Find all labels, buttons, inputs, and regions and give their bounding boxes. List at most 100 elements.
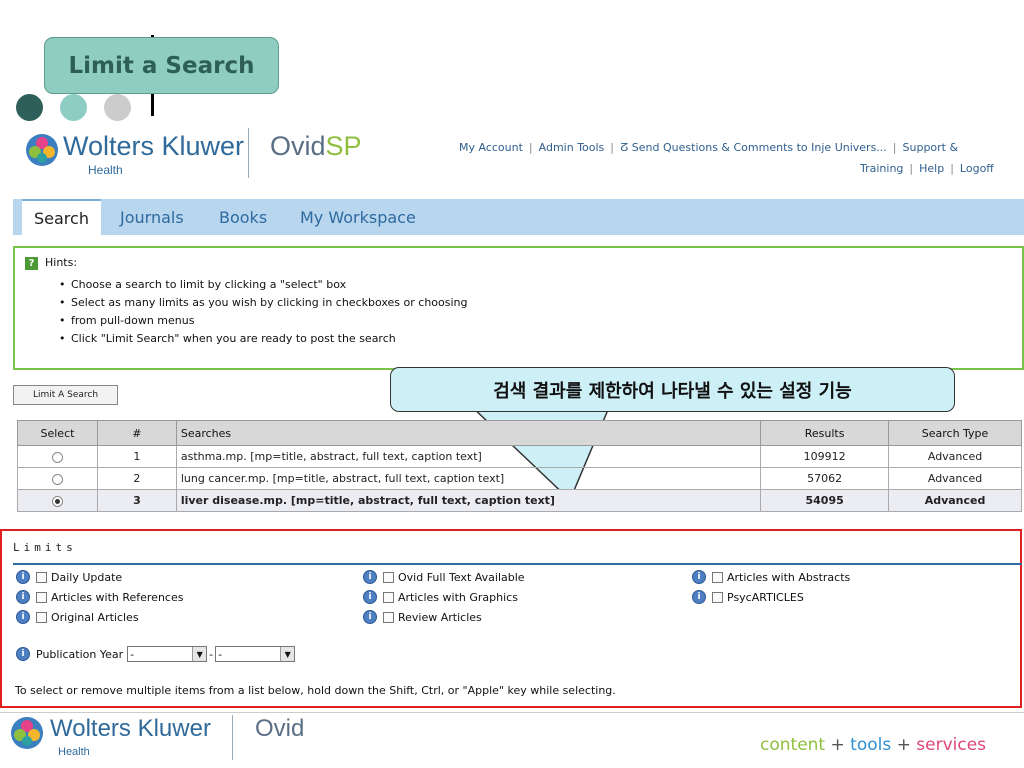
- select-radio-1[interactable]: [51, 451, 63, 463]
- limit-original-articles: i Original Articles: [16, 610, 139, 624]
- col-search-type: Search Type: [888, 420, 1022, 446]
- info-icon[interactable]: i: [16, 647, 30, 661]
- checkbox[interactable]: [36, 611, 47, 623]
- multi-select-note: To select or remove multiple items from …: [15, 684, 616, 697]
- tagline-plus: +: [830, 735, 845, 755]
- hints-list: Choose a search to limit by clicking a "…: [59, 276, 468, 348]
- limit-label: Daily Update: [51, 570, 123, 584]
- progress-dot-3: [104, 94, 131, 121]
- tab-books[interactable]: Books: [219, 199, 267, 235]
- hints-heading: Hints:: [45, 256, 78, 269]
- tab-journals[interactable]: Journals: [120, 199, 184, 235]
- title-connector-bottom: [151, 94, 154, 116]
- top-links-row2: Training | Help | Logoff: [860, 162, 994, 175]
- search-type: Advanced: [888, 445, 1022, 468]
- search-number: 2: [96, 467, 177, 490]
- search-history-table: Select # Searches Results Search Type 1 …: [17, 420, 1022, 512]
- wolters-kluwer-logo-icon: [26, 134, 58, 166]
- info-icon[interactable]: i: [16, 590, 30, 604]
- checkbox[interactable]: [36, 591, 47, 603]
- tab-my-workspace[interactable]: My Workspace: [300, 199, 416, 235]
- checkbox[interactable]: [36, 571, 47, 583]
- limit-a-search-button[interactable]: Limit A Search: [13, 385, 118, 405]
- limit-articles-with-references: i Articles with References: [16, 590, 183, 604]
- checkbox[interactable]: [383, 611, 394, 623]
- search-number: 1: [96, 445, 177, 468]
- info-icon[interactable]: i: [692, 590, 706, 604]
- checkbox[interactable]: [383, 591, 394, 603]
- limit-articles-with-graphics: i Articles with Graphics: [363, 590, 518, 604]
- limit-label: Review Articles: [398, 610, 482, 624]
- col-results: Results: [760, 420, 890, 446]
- feature-callout: 검색 결과를 제한하여 나타낼 수 있는 설정 기능: [390, 367, 955, 412]
- brand-divider: [248, 128, 249, 178]
- help-link[interactable]: Help: [919, 162, 944, 175]
- footer-divider-v: [232, 715, 233, 760]
- support-link[interactable]: Support &: [903, 141, 959, 154]
- tagline-tools: tools: [850, 735, 892, 755]
- footer-brand: Wolters Kluwer: [50, 715, 211, 742]
- info-icon[interactable]: i: [363, 590, 377, 604]
- admin-tools-link[interactable]: Admin Tools: [539, 141, 605, 154]
- table-row: 2 lung cancer.mp. [mp=title, abstract, f…: [17, 467, 1022, 490]
- brand-name: Wolters Kluwer: [63, 131, 245, 161]
- search-results: 57062: [760, 467, 890, 490]
- table-row: 1 asthma.mp. [mp=title, abstract, full t…: [17, 445, 1022, 468]
- limit-label: PsycARTICLES: [727, 590, 804, 604]
- select-value: -: [130, 647, 135, 661]
- chevron-down-icon: ▼: [280, 647, 295, 661]
- info-icon[interactable]: i: [363, 610, 377, 624]
- year-range-separator: -: [209, 647, 214, 661]
- publication-year-label: Publication Year: [36, 647, 124, 661]
- send-questions-link[interactable]: Send Questions & Comments to Inje Univer…: [632, 141, 887, 154]
- help-icon: ?: [25, 257, 38, 270]
- slide-title: Limit a Search: [44, 37, 279, 94]
- top-links-row1: My Account | Admin Tools | ⵒ Send Questions …: [459, 141, 959, 154]
- select-value: -: [218, 647, 223, 661]
- search-query: liver disease.mp. [mp=title, abstract, f…: [175, 489, 762, 512]
- hints-panel: ? Hints: Choose a search to limit by cli…: [13, 246, 1024, 370]
- hint-item: Click "Limit Search" when you are ready …: [59, 330, 468, 348]
- limit-psycarticles: i PsycARTICLES: [692, 590, 804, 604]
- publication-year-from-select[interactable]: - ▼: [127, 646, 208, 662]
- info-icon[interactable]: i: [16, 570, 30, 584]
- info-icon[interactable]: i: [16, 610, 30, 624]
- select-radio-3[interactable]: [51, 495, 63, 507]
- tab-search[interactable]: Search: [22, 199, 101, 235]
- product-logo: OvidSP: [270, 131, 362, 162]
- progress-dot-2: [60, 94, 87, 121]
- chevron-down-icon: ▼: [192, 647, 207, 661]
- search-results: 54095: [760, 489, 890, 512]
- col-searches: Searches: [175, 420, 762, 446]
- limit-review-articles: i Review Articles: [363, 610, 482, 624]
- footer-logo-icon: [11, 717, 43, 749]
- limits-divider: [13, 563, 1022, 565]
- col-select: Select: [17, 420, 98, 446]
- col-number: #: [96, 420, 177, 446]
- limit-label: Articles with Graphics: [398, 590, 518, 604]
- logoff-link[interactable]: Logoff: [960, 162, 994, 175]
- publication-year-row: i Publication Year - ▼ - - ▼: [16, 646, 296, 662]
- hint-item: Choose a search to limit by clicking a "…: [59, 276, 468, 294]
- footer-brand-sub: Health: [58, 746, 90, 758]
- hint-item: Select as many limits as you wish by cli…: [59, 294, 468, 312]
- footer-tagline: content + tools + services: [760, 735, 986, 755]
- search-query: lung cancer.mp. [mp=title, abstract, ful…: [175, 467, 762, 490]
- footer-divider: [0, 712, 1024, 713]
- my-account-link[interactable]: My Account: [459, 141, 523, 154]
- select-radio-2[interactable]: [51, 473, 63, 485]
- training-link[interactable]: Training: [860, 162, 903, 175]
- product-suffix: SP: [325, 131, 362, 161]
- info-icon[interactable]: i: [692, 570, 706, 584]
- limit-label: Ovid Full Text Available: [398, 570, 525, 584]
- brand-sub: Health: [88, 163, 123, 177]
- tagline-plus: +: [896, 735, 911, 755]
- question-icon: ⵒ: [620, 141, 632, 154]
- tagline-services: services: [916, 735, 987, 755]
- publication-year-to-select[interactable]: - ▼: [215, 646, 296, 662]
- limit-articles-with-abstracts: i Articles with Abstracts: [692, 570, 850, 584]
- checkbox[interactable]: [712, 571, 723, 583]
- checkbox[interactable]: [712, 591, 723, 603]
- info-icon[interactable]: i: [363, 570, 377, 584]
- checkbox[interactable]: [383, 571, 394, 583]
